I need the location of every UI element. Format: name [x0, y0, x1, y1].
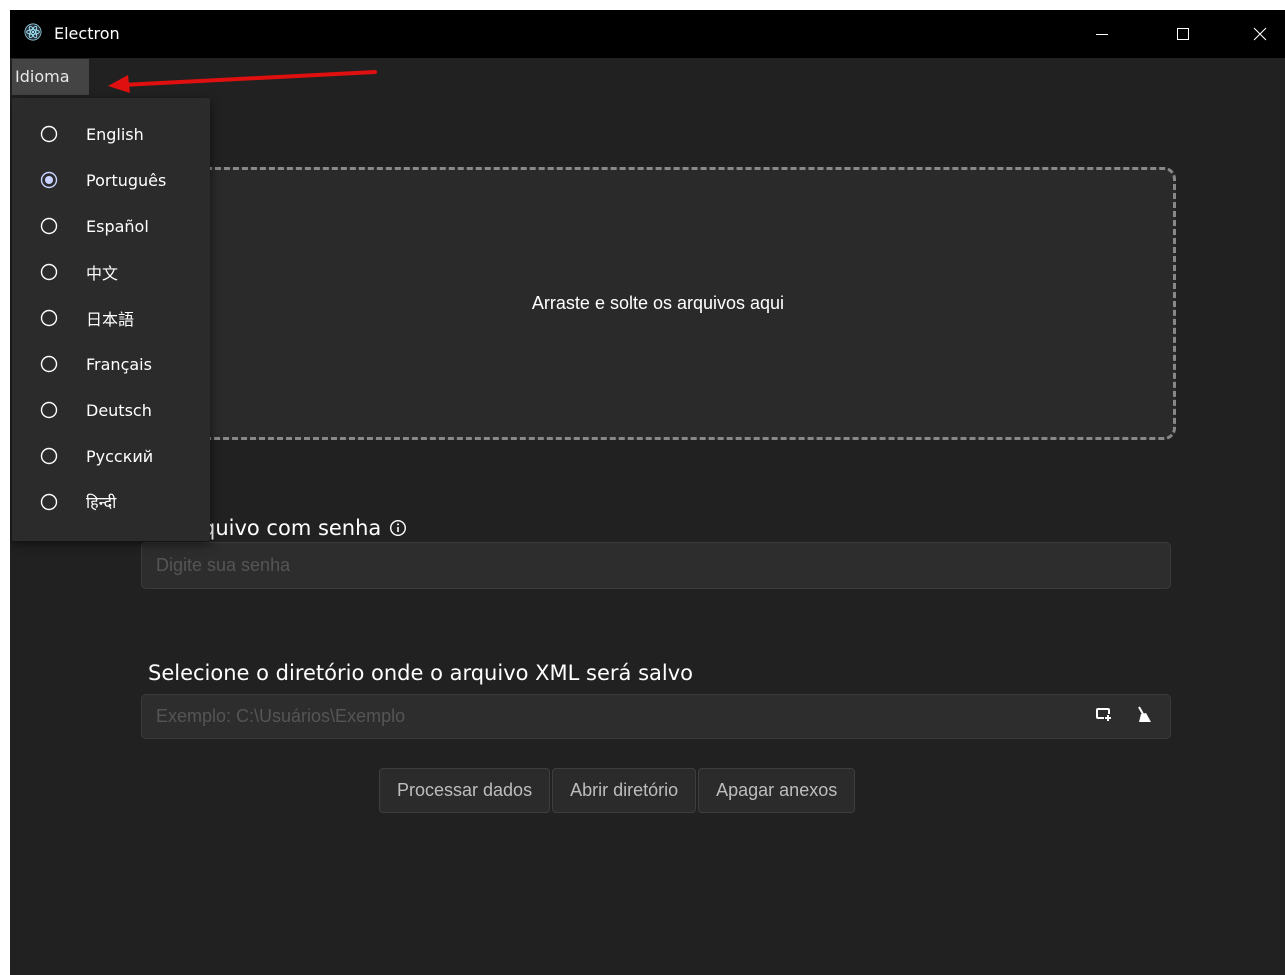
language-option-label: Português — [86, 170, 167, 190]
radio-unchecked-icon[interactable] — [40, 217, 58, 235]
language-option-label: Français — [86, 354, 152, 374]
directory-label: Selecione o diretório onde o arquivo XML… — [148, 661, 693, 685]
radio-unchecked-icon[interactable] — [40, 355, 58, 373]
clear-attachments-button[interactable]: Apagar anexos — [698, 768, 856, 813]
drop-zone-text: Arraste e solte os arquivos aqui — [531, 293, 785, 313]
title-bar[interactable]: Electron — [10, 10, 1285, 58]
minimize-button[interactable] — [1079, 10, 1125, 58]
radio-unchecked-icon[interactable] — [40, 401, 58, 419]
minimize-icon — [1096, 34, 1108, 35]
radio-unchecked-icon[interactable] — [40, 493, 58, 511]
menu-idioma[interactable]: Idioma — [12, 59, 89, 95]
window-title: Electron — [54, 24, 120, 43]
language-option-0[interactable]: English — [12, 111, 210, 157]
language-menu: English Português Español 中文日本語 Français Deut… — [12, 98, 210, 541]
password-input[interactable] — [141, 542, 1171, 589]
language-option-label: Русский — [86, 446, 154, 466]
radio-checked-icon[interactable] — [40, 171, 58, 189]
open-directory-button[interactable]: Abrir diretório — [552, 768, 697, 813]
annotation-arrow — [108, 70, 377, 93]
language-option-label: 中文 — [86, 264, 119, 283]
maximize-button[interactable] — [1160, 10, 1206, 58]
language-option-5[interactable]: Français — [12, 341, 210, 387]
info-icon[interactable] — [389, 519, 407, 537]
directory-input[interactable] — [141, 694, 1171, 739]
language-option-1[interactable]: Português — [12, 157, 210, 203]
action-buttons: Processar dados Abrir diretório Apagar a… — [379, 768, 856, 813]
language-option-label: 日本語 — [86, 310, 135, 329]
language-option-4[interactable]: 日本語 — [12, 295, 210, 341]
app-window: Electron Idioma Arraste e solte os arqui… — [10, 10, 1285, 975]
language-option-label: English — [86, 124, 144, 144]
radio-unchecked-icon[interactable] — [40, 125, 58, 143]
broom-icon[interactable] — [1135, 706, 1153, 724]
folder-select-icon[interactable] — [1095, 706, 1113, 724]
language-option-label: हिन्दी — [86, 493, 117, 512]
radio-unchecked-icon[interactable] — [40, 263, 58, 281]
directory-field — [141, 694, 1171, 739]
close-icon — [1253, 27, 1267, 41]
language-option-label: Deutsch — [86, 400, 152, 420]
language-option-6[interactable]: Deutsch — [12, 387, 210, 433]
radio-unchecked-icon[interactable] — [40, 309, 58, 327]
language-option-3[interactable]: 中文 — [12, 249, 210, 295]
language-option-7[interactable]: Русский — [12, 433, 210, 479]
close-button[interactable] — [1237, 10, 1283, 58]
language-option-label: Español — [86, 216, 149, 236]
electron-logo-icon — [24, 23, 42, 41]
language-option-2[interactable]: Español — [12, 203, 210, 249]
file-drop-zone[interactable]: Arraste e solte os arquivos aqui — [140, 167, 1176, 440]
radio-unchecked-icon[interactable] — [40, 447, 58, 465]
language-option-8[interactable]: हिन्दी — [12, 479, 210, 525]
maximize-icon — [1177, 28, 1189, 40]
process-data-button[interactable]: Processar dados — [379, 768, 551, 813]
